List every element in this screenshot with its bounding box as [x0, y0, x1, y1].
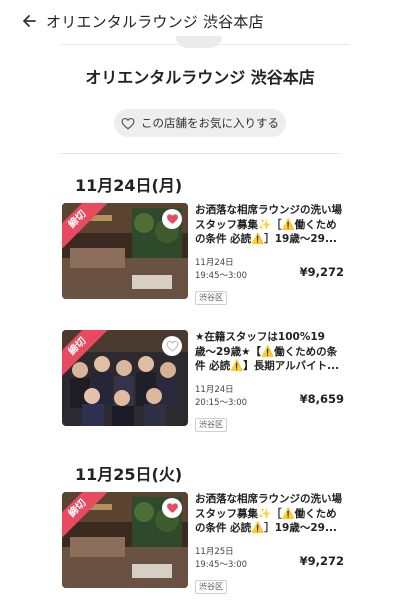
- favorite-shop-button[interactable]: この店舗をお気に入りする: [114, 109, 286, 137]
- job-price: ¥9,272: [299, 265, 344, 279]
- job-date: 11月25日: [195, 547, 234, 557]
- favorite-job-button[interactable]: [162, 336, 182, 356]
- job-title: お洒落な相席ラウンジの洗い場スタッフ募集✨［⚠️働くための条件 必読⚠️］19歳…: [195, 204, 342, 245]
- favorite-job-button[interactable]: [162, 209, 182, 229]
- job-thumbnail: 締切: [62, 330, 188, 426]
- heart-outline-icon: [166, 340, 178, 352]
- job-thumbnail: 締切: [62, 492, 188, 588]
- heart-filled-icon: [166, 214, 178, 224]
- job-price: ¥9,272: [299, 554, 344, 568]
- job-title: お洒落な相席ラウンジの洗い場スタッフ募集✨［⚠️働くための条件 必読⚠️］19歳…: [195, 493, 342, 534]
- job-schedule: 11月25日 19:45〜3:00: [195, 546, 247, 572]
- area-tag: 渋谷区: [195, 291, 227, 305]
- favorite-job-button[interactable]: [162, 498, 182, 518]
- shop-name: オリエンタルラウンジ 渋谷本店: [85, 68, 315, 87]
- job-schedule: 11月24日 20:15〜3:00: [195, 384, 247, 410]
- job-price: ¥8,659: [299, 392, 344, 406]
- job-card[interactable]: 締切 ★在籍スタッフは100%19歳〜29歳★【⚠️働くための条件 必読⚠️】長…: [62, 330, 352, 434]
- date-heading: 11月24日(月): [75, 176, 183, 195]
- job-schedule: 11月24日 19:45〜3:00: [195, 257, 247, 283]
- job-date: 11月24日: [195, 258, 234, 268]
- date-heading: 11月25日(火): [75, 465, 183, 484]
- job-time: 20:15〜3:00: [195, 398, 248, 408]
- page-title: オリエンタルラウンジ 渋谷本店: [46, 12, 264, 31]
- area-tag: 渋谷区: [195, 580, 227, 594]
- job-card[interactable]: 締切 お洒落な相席ラウンジの洗い場スタッフ募集✨［⚠️働くための条件 必読⚠️］…: [62, 492, 352, 596]
- job-title: ★在籍スタッフは100%19歳〜29歳★【⚠️働くための条件 必読⚠️】長期アル…: [195, 331, 340, 372]
- heart-outline-icon: [121, 117, 135, 129]
- job-time: 19:45〜3:00: [195, 560, 248, 570]
- job-time: 19:45〜3:00: [195, 271, 248, 281]
- arrow-left-icon: [23, 15, 36, 27]
- area-tag: 渋谷区: [195, 418, 227, 432]
- back-button[interactable]: [0, 0, 46, 42]
- job-card[interactable]: 締切 お洒落な相席ラウンジの洗い場スタッフ募集✨［⚠️働くための条件 必読⚠️］…: [62, 203, 352, 307]
- favorite-shop-label: この店舗をお気に入りする: [141, 116, 279, 130]
- shop-logo-edge: [176, 36, 222, 48]
- divider: [60, 153, 340, 154]
- divider: [60, 44, 350, 45]
- heart-filled-icon: [166, 503, 178, 513]
- job-thumbnail: 締切: [62, 203, 188, 299]
- job-date: 11月24日: [195, 385, 234, 395]
